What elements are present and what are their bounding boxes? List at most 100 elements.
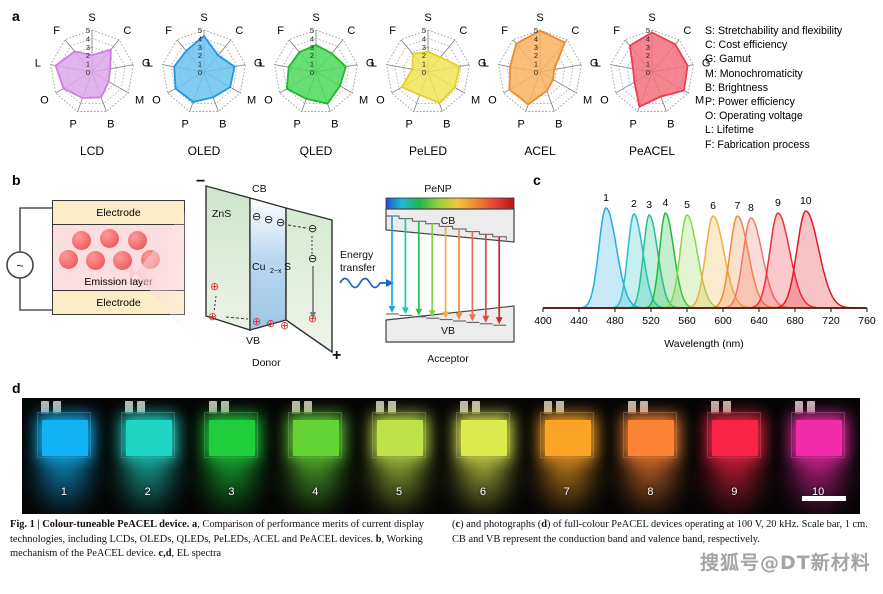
device-emitting-area [460,420,507,456]
radar-tick-0: 0 [310,68,314,77]
radar-title-peacel: PeACEL [628,144,676,158]
panel-a-legend: S: Stretchability and flexibility C: Cost… [705,24,883,152]
svg-text:Donor: Donor [252,357,281,369]
radar-axis-label-B: B [219,119,226,131]
device-body [288,412,343,458]
radar-axis-label-F: F [613,25,620,37]
radar-axis-label-P: P [294,119,301,131]
radar-axis-label-C: C [683,25,691,37]
device-photo-strip: 1 2 3 4 5 6 7 8 9 10 [22,398,860,514]
radar-axis-label-L: L [35,57,41,69]
svg-text:PeNP: PeNP [424,183,451,195]
device-number-3: 3 [228,486,235,498]
device-reflection-glow [695,454,774,514]
panel-c-el-spectra: c 1 2 3 4 5 6 7 8 9 10 400 440 480 520 560 600 640 680 720… [525,168,883,368]
device-photo-9: 9 [692,398,776,514]
legend-item-1: C: Cost efficiency [705,39,788,52]
radar-axis-label-M: M [695,95,704,107]
radar-tick-2: 2 [310,51,314,60]
device-reflection-glow [527,454,606,514]
svg-text:⊖: ⊖ [308,252,317,265]
device-reflection-glow [360,454,439,514]
radar-tick-3: 3 [198,43,202,52]
svg-text:VB: VB [441,325,455,337]
radar-axis-label-S: S [648,12,655,24]
device-number-8: 8 [647,486,654,498]
legend-item-3: M: Monochromaticity [705,67,803,80]
radar-axis-label-S: S [536,12,543,24]
device-reflection-glow [443,454,522,514]
device-body [120,412,175,458]
figure-page: a S C G M B P O L F 0 1 2 3 4 5 LCD S C G M B P O L F 0 1 2 3 4 5 OLED S… [0,0,883,594]
radar-axis-label-P: P [518,119,525,131]
radar-tick-3: 3 [534,43,538,52]
device-photo-4: 4 [273,398,357,514]
svg-text:⊕: ⊕ [208,310,217,323]
radar-axis-label-F: F [501,25,508,37]
device-body [455,412,510,458]
radar-axis-label-L: L [147,57,153,69]
panel-a-label: a [12,8,20,24]
svg-text:Acceptor: Acceptor [427,353,469,365]
panel-d-label: d [12,380,21,396]
radar-chart-oled: S C G M B P O L F 0 1 2 3 4 5 OLED [140,10,268,158]
radar-axis-label-C: C [571,25,579,37]
radar-tick-2: 2 [646,51,650,60]
emission-arrowhead-3 [415,308,423,316]
emission-arrowhead-1 [388,306,396,313]
radar-tick-5: 5 [198,26,202,35]
radar-title-peled: PeLED [408,144,448,158]
scale-bar [802,496,846,501]
device-photo-2: 2 [106,398,190,514]
caption-column-right: (c) and photographs (d) of full-colour P… [452,519,868,545]
radar-axis-label-B: B [443,119,450,131]
device-number-2: 2 [144,486,151,498]
x-tick-400: 400 [534,315,552,327]
radar-tick-1: 1 [422,60,426,69]
svg-text:⊖: ⊖ [252,210,261,223]
svg-text:ZnS: ZnS [212,208,231,220]
device-emitting-area [125,420,172,456]
svg-text:⊖: ⊖ [264,213,273,226]
spectrum-peak-label-4: 4 [662,197,668,209]
device-reflection-glow [276,454,355,514]
radar-chart-peled: S C G M B P O L F 0 1 2 3 4 5 PeLED [364,10,492,158]
svg-text:⊕: ⊕ [266,317,275,330]
x-tick-720: 720 [822,315,840,327]
panel-c-label: c [533,172,541,188]
device-reflection-glow [779,454,858,514]
radar-tick-0: 0 [422,68,426,77]
radar-tick-1: 1 [310,60,314,69]
device-number-6: 6 [479,486,486,498]
radar-axis-label-F: F [389,25,396,37]
spectrum-peak-label-3: 3 [646,199,652,211]
radar-axis-label-F: F [277,25,284,37]
radar-axis-label-O: O [264,95,273,107]
svg-text:~: ~ [16,259,23,273]
radar-tick-1: 1 [534,60,538,69]
radar-axis-label-P: P [630,119,637,131]
radar-tick-4: 4 [646,34,650,43]
x-tick-520: 520 [642,315,660,327]
device-emitting-area [796,420,843,456]
circuit-source-svg: ~ [6,207,52,311]
radar-axis-label-C: C [347,25,355,37]
radar-tick-4: 4 [86,34,90,43]
legend-item-6: O: Operating voltage [705,110,803,123]
caption-column-left: Fig. 1 | Colour-tuneable PeACEL device. … [10,519,424,560]
svg-text:2−x: 2−x [270,268,282,275]
device-body [623,412,678,458]
svg-text:S: S [284,261,291,273]
nanoparticle [59,250,78,269]
radar-axis-label-F: F [53,25,60,37]
radar-tick-4: 4 [198,34,202,43]
device-number-1: 1 [60,486,67,498]
radar-axis-label-S: S [200,12,207,24]
svg-text:Cu: Cu [252,261,266,273]
device-photo-3: 3 [190,398,274,514]
device-emitting-area [377,420,424,456]
radar-tick-0: 0 [534,68,538,77]
device-body [36,412,91,458]
radar-axis-label-C: C [123,25,131,37]
radar-tick-5: 5 [534,26,538,35]
